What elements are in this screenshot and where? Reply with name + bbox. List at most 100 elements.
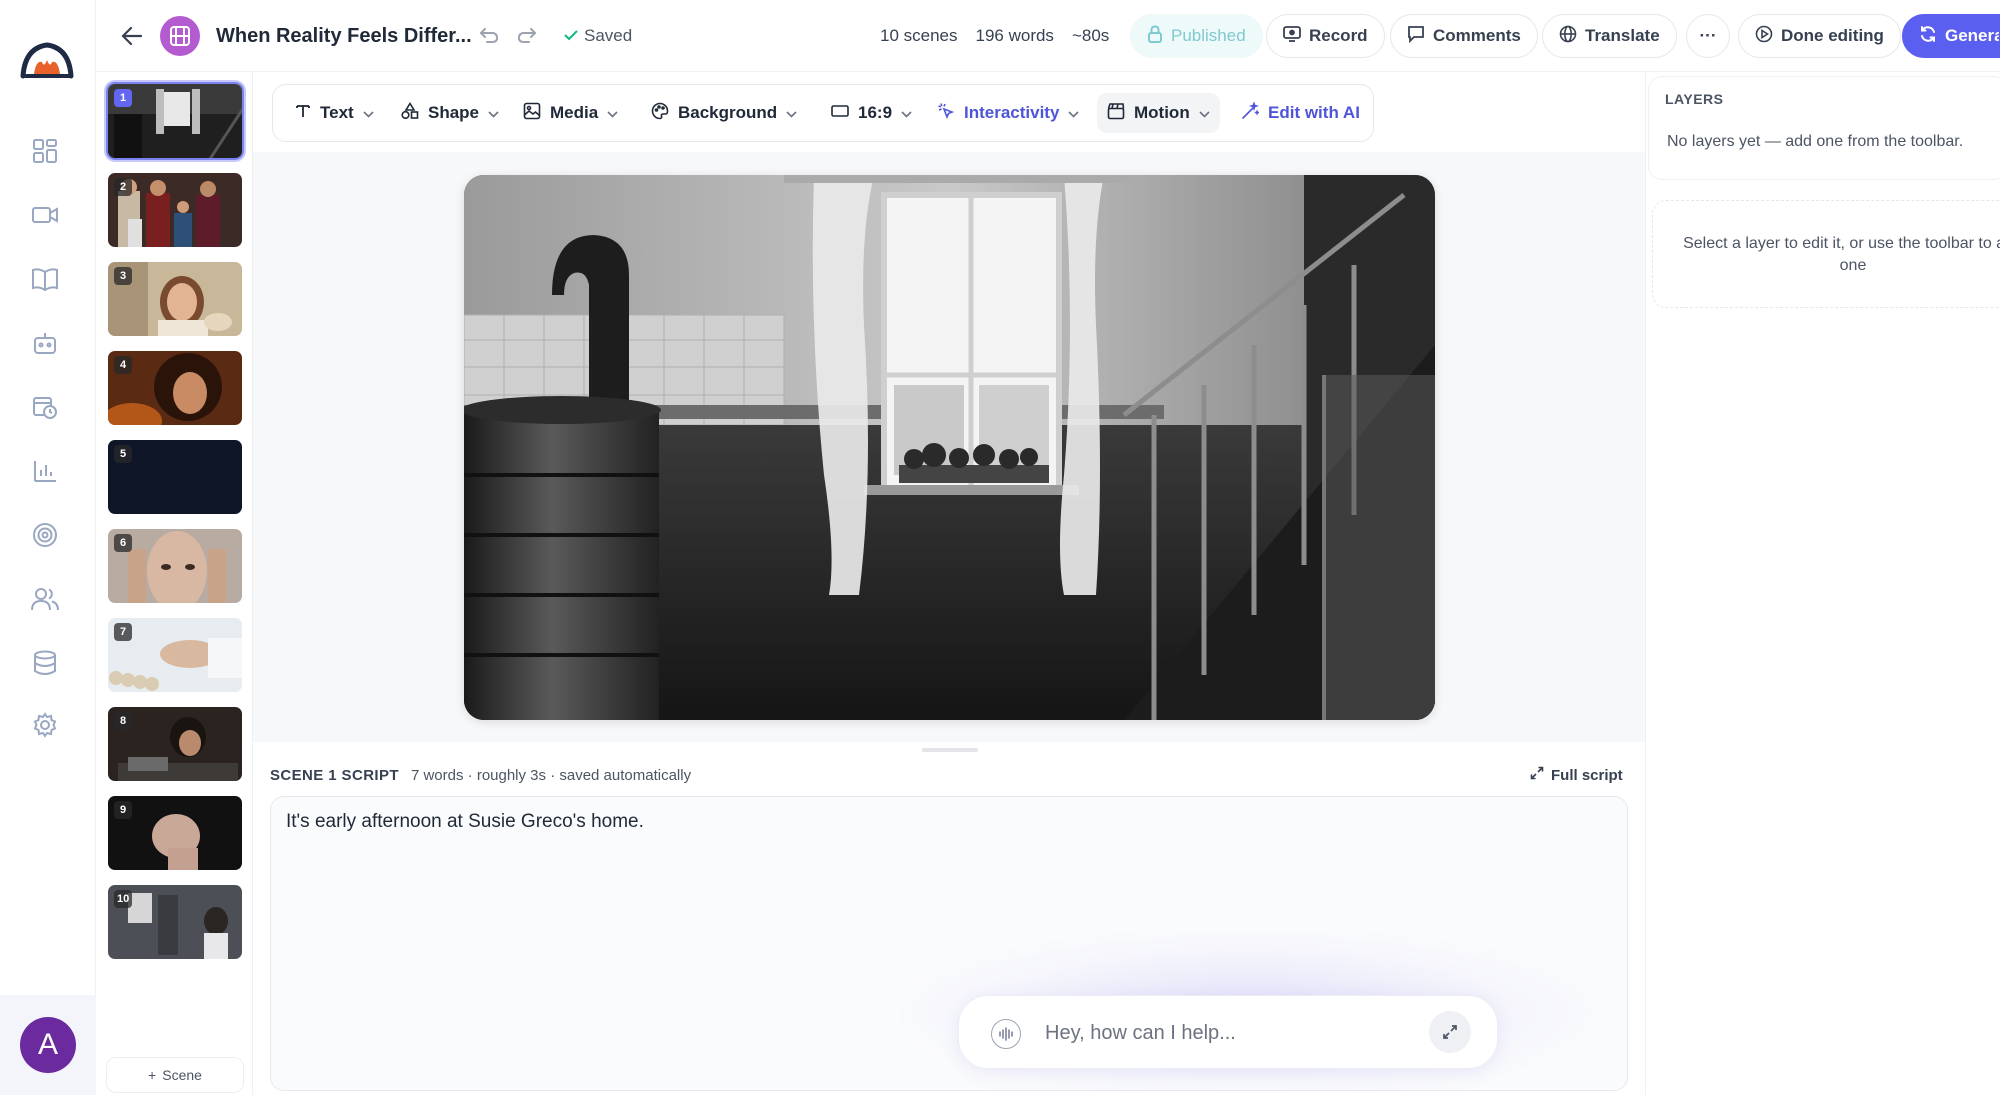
- assistant-input[interactable]: [1045, 1016, 1415, 1050]
- monitor-record-icon: [1283, 25, 1301, 48]
- expand-icon: [1530, 766, 1544, 784]
- more-options-button[interactable]: ···: [1686, 14, 1730, 58]
- edit-with-ai-button[interactable]: Edit with AI: [1231, 93, 1370, 133]
- done-editing-button[interactable]: Done editing: [1738, 14, 1901, 58]
- media-tool-dropdown[interactable]: Media: [513, 93, 628, 133]
- edit-with-ai-label: Edit with AI: [1268, 103, 1360, 122]
- layers-card: LAYERS No layers yet — add one from the …: [1648, 76, 2000, 180]
- interactivity-dropdown[interactable]: Interactivity: [927, 93, 1089, 133]
- editor-toolbar: Text Shape Media Background 16:9 Interac…: [272, 84, 1374, 142]
- scene-thumbnail[interactable]: 4: [106, 349, 244, 427]
- scene-count: 10 scenes: [880, 26, 958, 45]
- script-header: SCENE 1 SCRIPT 7 words · roughly 3s · sa…: [270, 764, 1620, 786]
- scene-thumbnail[interactable]: 5: [106, 438, 244, 516]
- published-label: Published: [1171, 26, 1246, 45]
- canvas-resize-handle[interactable]: [922, 748, 978, 752]
- redo-icon[interactable]: [514, 22, 540, 48]
- background-tool-dropdown[interactable]: Background: [641, 93, 807, 133]
- grid-icon[interactable]: [28, 134, 62, 168]
- generate-label: Generate: [1945, 26, 1999, 45]
- page-title[interactable]: When Reality Feels Differ...: [216, 22, 472, 50]
- scene-list: 1 2 3 4 5 6 7 8 9 10 + Scene: [96, 72, 253, 1095]
- more-horizontal-icon: ···: [1699, 26, 1717, 45]
- scene-thumbnail[interactable]: 6: [106, 527, 244, 605]
- scene-number: 1: [114, 89, 132, 107]
- film-icon: [160, 16, 200, 56]
- undo-icon[interactable]: [476, 22, 502, 48]
- background-tool-label: Background: [678, 103, 778, 122]
- scene-thumbnail[interactable]: 8: [106, 705, 244, 783]
- clapperboard-icon: [1107, 102, 1125, 125]
- add-scene-label: Scene: [162, 1067, 202, 1083]
- left-nav-rail: A: [0, 0, 96, 1095]
- target-icon[interactable]: [28, 518, 62, 552]
- voice-waveform-icon[interactable]: [991, 1019, 1021, 1049]
- scene-thumbnail[interactable]: 9: [106, 794, 244, 872]
- text-tool-dropdown[interactable]: Text: [285, 93, 384, 133]
- aspect-ratio-dropdown[interactable]: 16:9: [821, 93, 922, 133]
- script-text[interactable]: It's early afternoon at Susie Greco's ho…: [286, 811, 644, 832]
- text-icon: [295, 103, 311, 124]
- shape-tool-label: Shape: [428, 103, 480, 122]
- expand-icon[interactable]: [1429, 1011, 1471, 1053]
- scene-thumbnail[interactable]: 7: [106, 616, 244, 694]
- add-scene-button[interactable]: + Scene: [106, 1057, 244, 1093]
- full-script-label: Full script: [1551, 766, 1623, 784]
- comment-icon: [1407, 25, 1425, 48]
- scene-thumbnail[interactable]: 10: [106, 883, 244, 961]
- cursor-click-icon: [937, 102, 955, 125]
- full-script-button[interactable]: Full script: [1530, 764, 1623, 786]
- translate-button[interactable]: Translate: [1542, 14, 1677, 58]
- layers-empty-text: No layers yet — add one from the toolbar…: [1667, 133, 1964, 150]
- comments-button[interactable]: Comments: [1390, 14, 1538, 58]
- book-open-icon[interactable]: [28, 262, 62, 296]
- users-icon[interactable]: [28, 582, 62, 616]
- word-count: 196 words: [975, 26, 1054, 45]
- canvas-area: [253, 152, 1645, 742]
- media-tool-label: Media: [550, 103, 599, 122]
- motion-label: Motion: [1134, 103, 1190, 122]
- scene-thumbnail[interactable]: 1: [106, 82, 244, 160]
- image-icon: [523, 102, 541, 125]
- aspect-ratio-label: 16:9: [858, 103, 893, 122]
- editor-app: A When Reality Feels Differ... Saved 10 …: [0, 0, 2000, 1095]
- chevron-down-icon: [786, 103, 797, 123]
- play-circle-icon: [1755, 25, 1773, 48]
- bar-chart-icon[interactable]: [28, 454, 62, 488]
- shape-tool-dropdown[interactable]: Shape: [391, 93, 509, 133]
- scene-number: 7: [114, 623, 132, 641]
- palette-icon: [651, 102, 669, 125]
- scene-thumbnail[interactable]: 2: [106, 171, 244, 249]
- scene-thumbnail[interactable]: 3: [106, 260, 244, 338]
- published-badge[interactable]: Published: [1130, 14, 1263, 58]
- chevron-down-icon: [607, 103, 618, 123]
- scene-canvas[interactable]: [464, 175, 1435, 720]
- layers-title: LAYERS: [1665, 91, 1724, 107]
- record-button[interactable]: Record: [1266, 14, 1385, 58]
- magic-wand-icon: [1241, 100, 1260, 125]
- layer-hint-text: Select a layer to edit it, or use the to…: [1683, 235, 2000, 274]
- scene-number: 5: [114, 445, 132, 463]
- scene-number: 9: [114, 801, 132, 819]
- generate-button[interactable]: Generate: [1902, 14, 2000, 58]
- robot-icon[interactable]: [28, 326, 62, 360]
- chevron-down-icon: [901, 103, 912, 123]
- chevron-down-icon: [1199, 103, 1210, 123]
- back-arrow-icon[interactable]: [116, 20, 148, 52]
- motion-dropdown[interactable]: Motion: [1097, 93, 1220, 133]
- text-tool-label: Text: [320, 103, 354, 122]
- calendar-clock-icon[interactable]: [28, 390, 62, 424]
- brand-logo-icon[interactable]: [20, 40, 74, 80]
- chevron-down-icon: [363, 103, 374, 123]
- video-camera-icon[interactable]: [28, 198, 62, 232]
- top-bar: When Reality Feels Differ... Saved 10 sc…: [96, 0, 2000, 72]
- scene-number: 8: [114, 712, 132, 730]
- plus-icon: +: [148, 1067, 157, 1083]
- database-icon[interactable]: [28, 646, 62, 680]
- gear-icon[interactable]: [28, 708, 62, 742]
- avatar[interactable]: A: [20, 1017, 76, 1073]
- save-status-label: Saved: [584, 26, 633, 45]
- project-stats: 10 scenes 196 words ~80s: [880, 24, 1109, 48]
- comments-label: Comments: [1433, 26, 1521, 45]
- chevron-down-icon: [488, 103, 499, 123]
